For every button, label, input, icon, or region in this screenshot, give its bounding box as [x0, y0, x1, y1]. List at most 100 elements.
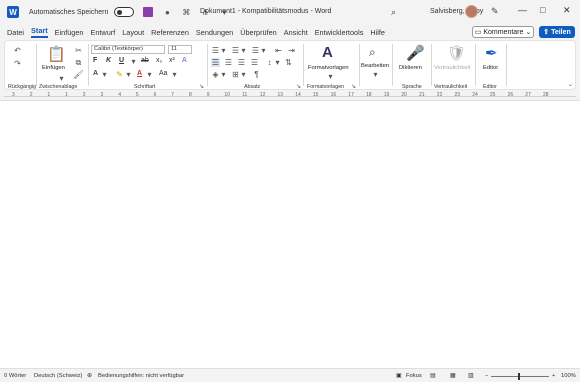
tab-einfuegen[interactable]: Einfügen	[55, 28, 84, 37]
copy-icon[interactable]: ⧉	[74, 58, 83, 67]
pen-icon[interactable]: ✎	[491, 6, 499, 17]
word-count[interactable]: 0 Wörter	[4, 373, 26, 379]
font-color-icon[interactable]: A	[137, 70, 142, 77]
chevron-down-icon[interactable]: ▾	[100, 70, 109, 79]
text-effects-icon[interactable]: A	[93, 70, 98, 77]
tab-datei[interactable]: Datei	[7, 28, 24, 37]
accessibility-status[interactable]: Bedienungshilfen: nicht verfügbar	[98, 373, 184, 379]
editor-label[interactable]: Editor	[483, 65, 498, 71]
chevron-down-icon[interactable]: ▾	[239, 46, 248, 55]
tab-entwicklertools[interactable]: Entwicklertools	[315, 28, 364, 37]
focus-icon[interactable]: ▣	[396, 373, 401, 379]
web-layout-icon[interactable]: ▥	[468, 373, 473, 379]
ruler[interactable]: 3 2 1 1 2 3 4 5 6 7 8 9 10 11 12 13 14 15 16 17 18 19 20 21 22 23…	[0, 91, 580, 101]
zoom-slider-thumb[interactable]	[518, 373, 520, 380]
dialog-launcher-icon[interactable]: ↘	[197, 82, 206, 91]
font-name-field[interactable]: Calibri (Textkörper)	[91, 45, 165, 54]
chevron-down-icon[interactable]: ▾	[371, 70, 380, 79]
styles-icon[interactable]: A	[322, 44, 333, 61]
bold-icon[interactable]: F	[93, 57, 97, 64]
subscript-icon[interactable]: x₂	[156, 57, 162, 64]
dialog-launcher-icon[interactable]: ↘	[294, 82, 303, 91]
tab-ansicht[interactable]: Ansicht	[284, 28, 308, 37]
increase-indent-icon[interactable]: ⇥	[287, 46, 296, 55]
highlight-icon[interactable]: ✎	[115, 70, 124, 79]
cut-icon[interactable]: ✂	[74, 46, 83, 55]
justify-icon[interactable]: ☰	[250, 58, 259, 67]
editing-label[interactable]: Bearbeiten	[361, 63, 389, 69]
show-formatting-icon[interactable]: ¶	[252, 70, 261, 79]
search-icon[interactable]: ⌕	[391, 7, 396, 18]
chevron-down-icon[interactable]: ▾	[145, 70, 154, 79]
zoom-in-icon[interactable]: +	[552, 373, 555, 379]
tab-sendungen[interactable]: Sendungen	[196, 28, 233, 37]
focus-label[interactable]: Fokus	[406, 373, 422, 379]
chevron-down-icon[interactable]: ▾	[259, 46, 268, 55]
chevron-down-icon[interactable]: ▾	[273, 58, 282, 67]
chevron-down-icon[interactable]: ▾	[170, 70, 179, 79]
chevron-down-icon[interactable]: ▾	[219, 70, 228, 79]
tab-hilfe[interactable]: Hilfe	[370, 28, 385, 37]
align-left-icon[interactable]: ☰	[211, 58, 220, 67]
zoom-out-icon[interactable]: −	[485, 373, 488, 379]
read-mode-icon[interactable]: ▤	[430, 373, 435, 379]
document-canvas[interactable]	[0, 101, 580, 368]
close-icon[interactable]: ✕	[563, 5, 571, 16]
share-button[interactable]: ⇪ Teilen	[539, 26, 575, 38]
superscript-icon[interactable]: x²	[169, 57, 175, 64]
paste-dropdown-icon[interactable]: ▾	[57, 74, 66, 83]
autosave-toggle[interactable]	[114, 7, 135, 17]
document-title: Dokument1 - Kompatibilitätsmodus - Word	[200, 8, 332, 15]
comments-button[interactable]: ▭ Kommentare ⌄	[472, 26, 534, 38]
underline-dropdown-icon[interactable]: ▾	[129, 57, 138, 66]
tab-entwurf[interactable]: Entwurf	[90, 28, 115, 37]
language-status[interactable]: Deutsch (Schweiz)	[34, 373, 82, 379]
search-icon[interactable]: ⌕	[369, 45, 376, 60]
text-effects-icon[interactable]: A	[182, 57, 187, 64]
tab-layout[interactable]: Layout	[122, 28, 144, 37]
format-painter-icon[interactable]: 🖌	[73, 70, 83, 79]
tab-referenzen[interactable]: Referenzen	[151, 28, 189, 37]
styles-button-label[interactable]: Formatvorlagen	[308, 65, 349, 71]
tab-ueberpruefen[interactable]: Überprüfen	[240, 28, 277, 37]
tab-start[interactable]: Start	[31, 26, 48, 38]
zoom-slider[interactable]	[491, 376, 549, 377]
align-right-icon[interactable]: ☰	[237, 58, 246, 67]
maximize-icon[interactable]: □	[540, 5, 545, 15]
org-chart-icon[interactable]: ⌘	[181, 7, 191, 17]
chevron-down-icon[interactable]: ▾	[219, 46, 228, 55]
clipboard-icon[interactable]: 📋	[47, 45, 66, 63]
chevron-down-icon[interactable]: ▾	[326, 72, 335, 81]
minimize-icon[interactable]: —	[518, 5, 527, 15]
editor-icon[interactable]: ✒	[485, 44, 498, 62]
ruler-number: 10	[224, 92, 230, 98]
strikethrough-icon[interactable]: ab	[141, 57, 149, 64]
undo-icon[interactable]: ↶	[13, 46, 22, 55]
align-center-icon[interactable]: ☰	[224, 58, 233, 67]
ruler-number: 28	[543, 92, 549, 98]
underline-icon[interactable]: U	[119, 57, 124, 64]
confidentiality-group-label: Vertraulichkeit	[434, 84, 468, 90]
chevron-down-icon[interactable]: ▾	[239, 70, 248, 79]
chevron-down-icon[interactable]: ▾	[124, 70, 133, 79]
save-icon[interactable]	[143, 7, 154, 17]
paste-label[interactable]: Einfügen	[42, 65, 65, 71]
zoom-level[interactable]: 100%	[561, 373, 576, 379]
italic-icon[interactable]: K	[106, 57, 111, 64]
confidentiality-label: Vertraulichkeit	[434, 65, 471, 71]
avatar[interactable]	[465, 5, 478, 18]
sync-icon[interactable]: ●	[162, 7, 172, 17]
autosave-label: Automatisches Speichern	[29, 8, 109, 16]
redo-icon[interactable]: ↷	[13, 59, 22, 68]
print-layout-icon[interactable]: ▦	[450, 373, 455, 379]
dialog-launcher-icon[interactable]: ↘	[349, 82, 358, 91]
accessibility-icon[interactable]: ⊕	[87, 373, 92, 379]
ruler-number: 27	[525, 92, 531, 98]
sort-icon[interactable]: ⇅	[284, 58, 293, 67]
dictate-label[interactable]: Diktieren	[399, 65, 422, 71]
font-size-field[interactable]: 11	[168, 45, 192, 54]
decrease-indent-icon[interactable]: ⇤	[274, 46, 283, 55]
microphone-icon[interactable]: 🎤	[406, 44, 425, 62]
change-case-icon[interactable]: Aa	[159, 70, 168, 77]
chevron-down-icon[interactable]: ⌄	[566, 80, 575, 89]
